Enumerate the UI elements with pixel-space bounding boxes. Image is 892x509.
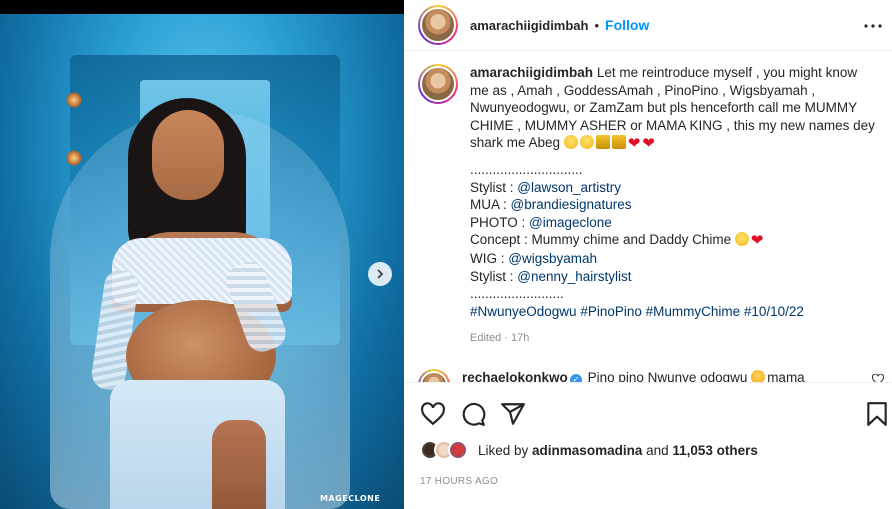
concept-text: Concept : Mummy chime and Daddy Chime (470, 232, 732, 248)
comment-icon[interactable] (460, 401, 488, 429)
comment-avatar[interactable] (418, 369, 450, 382)
laughing-emoji-icon (563, 135, 578, 150)
likes-mid: and (642, 442, 673, 458)
photo-watermark: MAGECLONE (320, 494, 381, 503)
credit-label: PHOTO : (470, 214, 530, 230)
more-options-icon[interactable] (864, 12, 882, 33)
comment-text-after: mama (767, 370, 805, 382)
mention-link[interactable]: @brandiesignatures (511, 197, 632, 212)
mention-link[interactable]: @wigsbyamah (508, 251, 597, 266)
follow-button[interactable]: Follow (605, 17, 649, 33)
crown-emoji-icon (595, 135, 610, 150)
caption-username[interactable]: amarachiigidimbah (470, 65, 593, 80)
wall-lamp (66, 92, 82, 108)
laughing-emoji-icon (579, 135, 594, 150)
heart-emoji-icon: ❤ (627, 135, 641, 153)
comment-text: Pino pino Nwunye odogwu (587, 370, 748, 382)
heart-eyes-emoji-icon (751, 370, 766, 382)
caption-dots: .............................. (470, 161, 583, 177)
post-header: amarachiigidimbah • Follow (404, 0, 892, 51)
face (152, 110, 224, 200)
crown-emoji-icon (611, 135, 626, 150)
chevron-right-icon (377, 269, 384, 279)
hashtags[interactable]: #NwunyeOdogwu #PinoPino #MummyChime #10/… (470, 303, 878, 321)
comments-section: amarachiigidimbah Let me reintroduce mys… (404, 52, 892, 382)
credit-label: MUA : (470, 197, 511, 213)
likes-text: Liked by adinmasomadina and 11,053 other… (478, 443, 758, 458)
mention-link[interactable]: @imageclone (529, 215, 612, 230)
post-photo[interactable]: MAGECLONE (0, 0, 404, 509)
separator-dot: • (594, 17, 600, 33)
action-bar (404, 382, 892, 446)
avatar[interactable] (418, 5, 458, 45)
credit-label: Stylist : (470, 179, 518, 195)
header-username[interactable]: amarachiigidimbah (470, 18, 588, 33)
verified-badge-icon: ✓ (569, 374, 582, 382)
wall-lamp (66, 150, 82, 166)
post-panel: amarachiigidimbah • Follow amarachiigidi… (404, 0, 892, 509)
grinning-emoji-icon (734, 232, 749, 247)
comment-username[interactable]: rechaelokonkwo (462, 370, 568, 382)
likes-summary: Liked by adinmasomadina and 11,053 other… (420, 440, 758, 460)
mention-link[interactable]: @nenny_hairstylist (517, 269, 631, 284)
heart-emoji-icon: ❤ (750, 232, 764, 250)
credit-label: WIG : (470, 250, 509, 266)
caption-avatar[interactable] (418, 64, 458, 104)
credit-label: Stylist : (470, 268, 518, 284)
liker-username[interactable]: adinmasomadina (532, 443, 642, 458)
leg (212, 420, 266, 509)
share-icon[interactable] (500, 401, 528, 429)
post-timestamp[interactable]: 17 HOURS AGO (420, 476, 498, 487)
mention-link[interactable]: @lawson_artistry (517, 180, 621, 195)
caption-dots: ......................... (470, 286, 564, 302)
post-caption: amarachiigidimbah Let me reintroduce mys… (404, 52, 892, 348)
next-photo-button[interactable] (368, 262, 392, 286)
likes-count[interactable]: 11,053 others (672, 443, 758, 458)
comment-like-icon[interactable] (871, 373, 885, 382)
like-icon[interactable] (420, 401, 448, 429)
liker-avatar[interactable] (448, 440, 468, 460)
comment-item: rechaelokonkwo ✓ Pino pino Nwunye odogwu … (404, 357, 892, 382)
save-bookmark-icon[interactable] (866, 401, 892, 429)
likes-prefix: Liked by (478, 442, 533, 458)
caption-meta: Edited · 17h (470, 332, 530, 345)
heart-emoji-icon: ❤ (642, 135, 655, 153)
